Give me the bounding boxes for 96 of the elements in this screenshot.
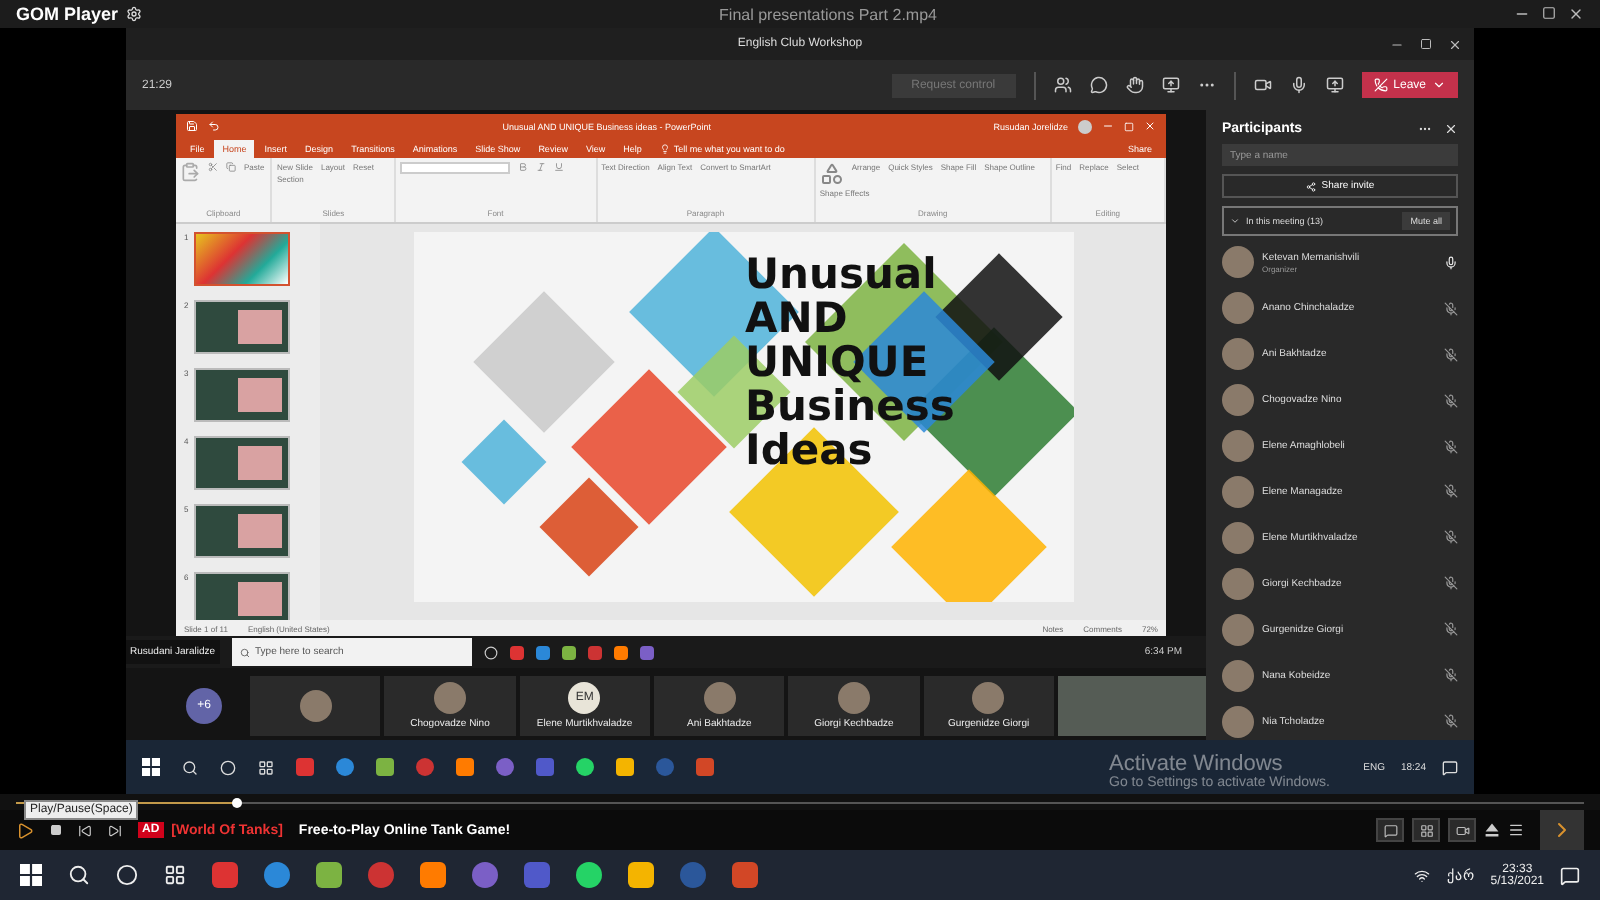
stop-icon[interactable] bbox=[50, 824, 62, 836]
app-icon[interactable] bbox=[576, 758, 594, 776]
avatar bbox=[703, 682, 736, 714]
search-icon[interactable] bbox=[68, 864, 90, 886]
notification-icon bbox=[1560, 865, 1580, 885]
avatar bbox=[1222, 521, 1254, 554]
seek-handle[interactable] bbox=[231, 797, 242, 807]
activation-heading: Activate Windows bbox=[1109, 752, 1283, 776]
avatar bbox=[299, 690, 332, 722]
avatar bbox=[1222, 613, 1254, 646]
slide-thumbnail[interactable] bbox=[194, 232, 291, 286]
close-icon bbox=[1144, 120, 1156, 132]
app-icon[interactable] bbox=[628, 862, 654, 888]
maximize-icon bbox=[1542, 6, 1556, 20]
cut-icon bbox=[208, 162, 218, 172]
italic-icon bbox=[535, 162, 546, 172]
play-icon[interactable] bbox=[16, 821, 34, 839]
avatar bbox=[1222, 246, 1254, 279]
hand-icon bbox=[1125, 76, 1144, 94]
notification-icon bbox=[1442, 759, 1458, 775]
avatar bbox=[1222, 705, 1254, 738]
slide-title: UNIQUE bbox=[745, 340, 931, 384]
app-icon[interactable] bbox=[456, 758, 474, 776]
cortana-icon bbox=[483, 645, 498, 659]
start-icon[interactable] bbox=[20, 864, 42, 886]
avatar bbox=[1222, 384, 1254, 417]
avatar bbox=[1222, 430, 1254, 463]
task-view-icon bbox=[258, 759, 274, 775]
avatar bbox=[1222, 567, 1254, 600]
cortana-icon bbox=[220, 759, 236, 775]
caret-icon bbox=[1432, 78, 1446, 92]
video-title: Final presentations Part 2.mp4 bbox=[717, 5, 939, 23]
avatar bbox=[1222, 475, 1254, 508]
grid-icon bbox=[1419, 823, 1433, 837]
app-icon[interactable] bbox=[576, 862, 602, 888]
close-icon bbox=[1568, 6, 1584, 22]
participants-icon bbox=[1053, 76, 1072, 94]
task-view-icon[interactable] bbox=[164, 864, 186, 886]
maximize-icon bbox=[1420, 37, 1432, 49]
share-icon bbox=[1305, 181, 1316, 192]
font-field[interactable] bbox=[399, 162, 510, 174]
paste-icon bbox=[180, 162, 200, 182]
cortana-icon[interactable] bbox=[116, 864, 138, 886]
avatar bbox=[1222, 292, 1254, 325]
capture-button[interactable] bbox=[1448, 818, 1476, 842]
screen-button[interactable] bbox=[1412, 818, 1440, 842]
app-icon[interactable] bbox=[732, 862, 758, 888]
avatar bbox=[1222, 338, 1254, 371]
maximize-icon bbox=[1124, 121, 1134, 131]
chat-icon bbox=[1089, 76, 1108, 94]
previous-icon[interactable] bbox=[78, 823, 92, 837]
settings-icon bbox=[126, 6, 143, 22]
share-screen-icon bbox=[1161, 76, 1180, 94]
search-icon bbox=[239, 647, 250, 657]
close-icon bbox=[1448, 37, 1462, 51]
share-tray-icon bbox=[1325, 76, 1344, 94]
speech-bubble-icon bbox=[1383, 823, 1397, 837]
next-icon[interactable] bbox=[108, 823, 122, 837]
camera-icon bbox=[1253, 76, 1272, 94]
slide-thumbnail[interactable] bbox=[194, 436, 291, 490]
network-icon bbox=[1414, 867, 1431, 883]
bold-icon bbox=[517, 162, 528, 172]
app-icon[interactable] bbox=[316, 862, 342, 888]
more-icon bbox=[1418, 122, 1432, 136]
microphone-icon bbox=[1289, 76, 1308, 94]
eject-icon[interactable] bbox=[1484, 822, 1500, 838]
avatar bbox=[1078, 119, 1092, 133]
copy-icon bbox=[226, 162, 236, 172]
app-logo: GOM Player bbox=[16, 4, 119, 24]
underline-icon bbox=[553, 162, 564, 172]
app-icon[interactable] bbox=[420, 862, 446, 888]
app-icon[interactable] bbox=[616, 758, 634, 776]
start-icon[interactable] bbox=[142, 758, 160, 776]
slide-thumbnail[interactable] bbox=[194, 572, 291, 620]
slide-thumbnail[interactable] bbox=[194, 300, 291, 354]
app-icon[interactable] bbox=[264, 862, 290, 888]
minimize-icon bbox=[1102, 120, 1114, 132]
phone-icon bbox=[1373, 78, 1388, 92]
search-icon bbox=[182, 759, 198, 775]
lightbulb-icon bbox=[659, 144, 670, 154]
close-icon bbox=[1444, 122, 1458, 136]
camera-icon bbox=[1455, 823, 1469, 837]
app-icon[interactable] bbox=[336, 758, 354, 776]
slide-thumbnail[interactable] bbox=[194, 368, 291, 422]
undo-icon bbox=[208, 120, 220, 132]
avatar bbox=[1222, 659, 1254, 692]
shapes-icon bbox=[819, 162, 844, 186]
subtitle-button[interactable] bbox=[1376, 818, 1404, 842]
slide-thumbnail[interactable] bbox=[194, 504, 291, 558]
app-icon[interactable] bbox=[376, 758, 394, 776]
menu-icon[interactable] bbox=[1508, 822, 1524, 838]
avatar bbox=[433, 682, 466, 714]
avatar bbox=[837, 682, 870, 714]
save-icon bbox=[186, 120, 198, 132]
next-button[interactable] bbox=[1540, 810, 1584, 850]
avatar bbox=[972, 682, 1005, 714]
